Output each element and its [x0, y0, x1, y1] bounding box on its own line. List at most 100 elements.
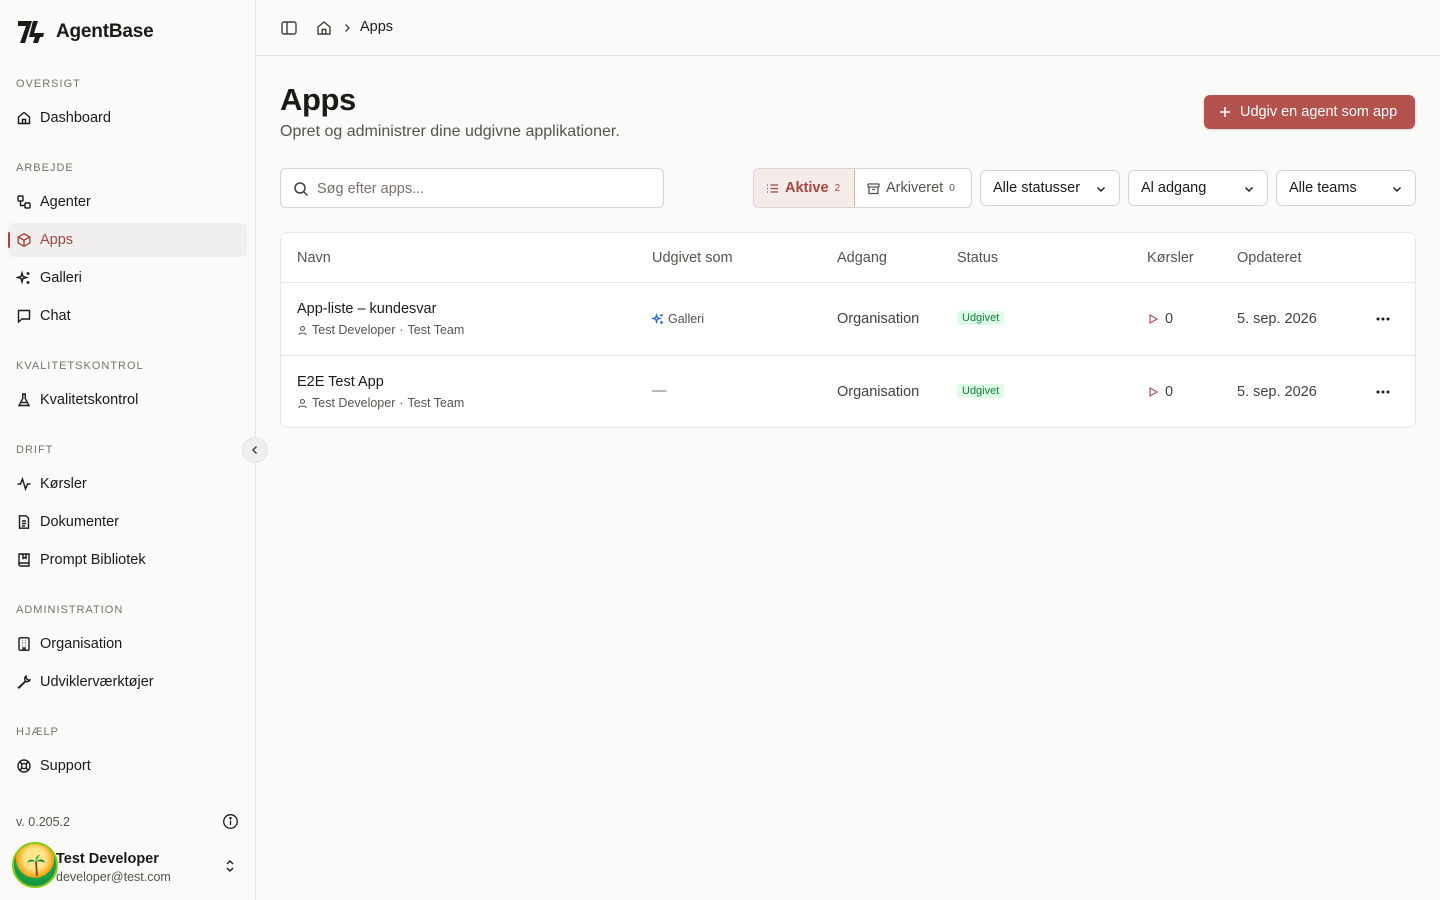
flask-icon [17, 393, 31, 407]
access-cell: Organisation [837, 311, 920, 327]
document-icon [18, 515, 30, 529]
breadcrumb-current: Apps [360, 19, 394, 35]
app-team: Test Team [407, 396, 465, 410]
sidebar-item-udviklervaerktojer[interactable]: Udviklerværktøjer [8, 665, 247, 699]
home-breadcrumb-icon[interactable] [315, 19, 333, 37]
chevron-right-icon [345, 24, 350, 32]
meta-separator: · [399, 396, 404, 410]
collapse-sidebar-button[interactable] [242, 437, 268, 463]
section-label-oversigt: OVERSIGT [16, 78, 81, 90]
section-label-kvalitetskontrol: KVALITETSKONTROL [16, 360, 144, 372]
sidebar-item-label: Apps [40, 232, 74, 248]
updated-cell: 5. sep. 2026 [1237, 384, 1317, 400]
tab-arkiveret-label: Arkiveret [886, 180, 944, 196]
publish-agent-as-app-button[interactable]: Udgiv en agent som app [1204, 95, 1415, 129]
team-filter-value: Alle teams [1289, 180, 1357, 196]
table-row[interactable]: E2E Test App Test Developer · Test Team … [281, 355, 1415, 427]
column-header-status[interactable]: Status [957, 250, 998, 266]
message-icon [17, 309, 31, 324]
sidebar-item-label: Prompt Bibliotek [40, 552, 146, 568]
user-icon [298, 325, 307, 335]
building-icon [18, 637, 30, 651]
sidebar-item-kvalitetskontrol[interactable]: Kvalitetskontrol [8, 383, 247, 417]
sidebar-item-support[interactable]: Support [8, 749, 247, 783]
sidebar-item-organisation[interactable]: Organisation [8, 627, 247, 661]
sidebar-item-chat[interactable]: Chat [8, 299, 247, 333]
apps-table: Navn Udgivet som Adgang Status Kørsler O… [280, 232, 1416, 428]
sidebar-item-prompt-bibliotek[interactable]: Prompt Bibliotek [8, 543, 247, 577]
page-subtitle: Opret og administrer dine udgivne applik… [280, 123, 620, 140]
sidebar-toggle-icon[interactable] [280, 19, 298, 37]
home-icon [17, 111, 31, 125]
published-as: Galleri [652, 312, 704, 326]
app-owner: Test Developer [312, 323, 396, 337]
archive-toggle: Aktive 2 Arkiveret 0 [753, 168, 972, 208]
info-icon[interactable] [222, 813, 239, 830]
book-icon [18, 553, 30, 567]
sidebar-item-galleri[interactable]: Galleri [8, 261, 247, 295]
status-filter-value: Alle statusser [993, 180, 1081, 196]
sidebar-item-label: Dokumenter [40, 514, 119, 530]
sidebar-item-label: Organisation [40, 636, 123, 652]
chevrons-up-down-icon [226, 860, 234, 872]
published-as-empty: — [652, 383, 667, 399]
sparkles-icon [16, 270, 30, 285]
column-header-navn[interactable]: Navn [297, 250, 331, 266]
sidebar-item-dashboard[interactable]: Dashboard [8, 101, 247, 135]
section-label-administration: ADMINISTRATION [16, 604, 124, 616]
user-email: developer@test.com [56, 870, 171, 884]
palm-tree-icon [27, 855, 45, 877]
search-box [280, 168, 664, 208]
more-options-icon[interactable] [1373, 384, 1393, 400]
brand[interactable]: AgentBase [16, 18, 154, 46]
search-icon [294, 182, 309, 197]
app-team: Test Team [407, 323, 465, 337]
tab-arkiveret[interactable]: Arkiveret 0 [855, 169, 971, 207]
runs-count: 0 [1165, 384, 1174, 400]
lifebuoy-icon [17, 759, 31, 773]
published-as-label: Galleri [668, 312, 705, 326]
app-version: v. 0.205.2 [16, 815, 70, 829]
status-filter-select[interactable]: Alle statusser [980, 170, 1120, 206]
app-owner: Test Developer [312, 396, 396, 410]
chevron-down-icon [1393, 187, 1401, 192]
app-owner-meta: Test Developer · Test Team [297, 396, 464, 410]
chevron-down-icon [1097, 187, 1105, 192]
sidebar-item-label: Agenter [40, 194, 91, 210]
app-name[interactable]: App-liste – kundesvar [297, 301, 436, 317]
runs-cell: 0 [1147, 384, 1173, 400]
more-options-icon[interactable] [1373, 311, 1393, 327]
sidebar-item-label: Chat [40, 308, 71, 324]
sidebar-item-dokumenter[interactable]: Dokumenter [8, 505, 247, 539]
search-input[interactable] [317, 178, 647, 200]
list-icon [767, 183, 778, 193]
chevron-left-icon [251, 445, 258, 455]
sidebar-item-label: Udviklerværktøjer [40, 674, 154, 690]
box-icon [17, 233, 31, 247]
column-header-opdateret[interactable]: Opdateret [1237, 250, 1302, 266]
play-icon [1149, 386, 1159, 398]
tab-aktive[interactable]: Aktive 2 [754, 169, 855, 207]
user-icon [298, 398, 307, 408]
column-header-korsler[interactable]: Kørsler [1147, 250, 1194, 266]
sidebar: AgentBase OVERSIGT Dashboard ARBEJDE Age… [0, 0, 256, 900]
column-header-adgang[interactable]: Adgang [837, 250, 887, 266]
runs-cell: 0 [1147, 311, 1173, 327]
table-row[interactable]: App-liste – kundesvar Test Developer · T… [281, 282, 1415, 355]
archive-icon [867, 182, 880, 194]
meta-separator: · [399, 323, 404, 337]
tab-arkiveret-count: 0 [949, 182, 955, 194]
sidebar-item-agenter[interactable]: Agenter [8, 185, 247, 219]
user-menu[interactable]: Test Developer developer@test.com [12, 842, 248, 890]
sidebar-item-label: Dashboard [40, 110, 111, 126]
top-bar: Apps [256, 0, 1440, 56]
runs-count: 0 [1165, 311, 1174, 327]
app-name[interactable]: E2E Test App [297, 374, 384, 390]
team-filter-select[interactable]: Alle teams [1276, 170, 1416, 206]
sidebar-item-apps[interactable]: Apps [8, 223, 247, 257]
column-header-udgivet-som[interactable]: Udgivet som [652, 250, 733, 266]
access-filter-select[interactable]: Al adgang [1128, 170, 1268, 206]
page-title: Apps [280, 82, 356, 117]
status-badge: Udgivet [957, 311, 1005, 325]
sidebar-item-korsler[interactable]: Kørsler [8, 467, 247, 501]
